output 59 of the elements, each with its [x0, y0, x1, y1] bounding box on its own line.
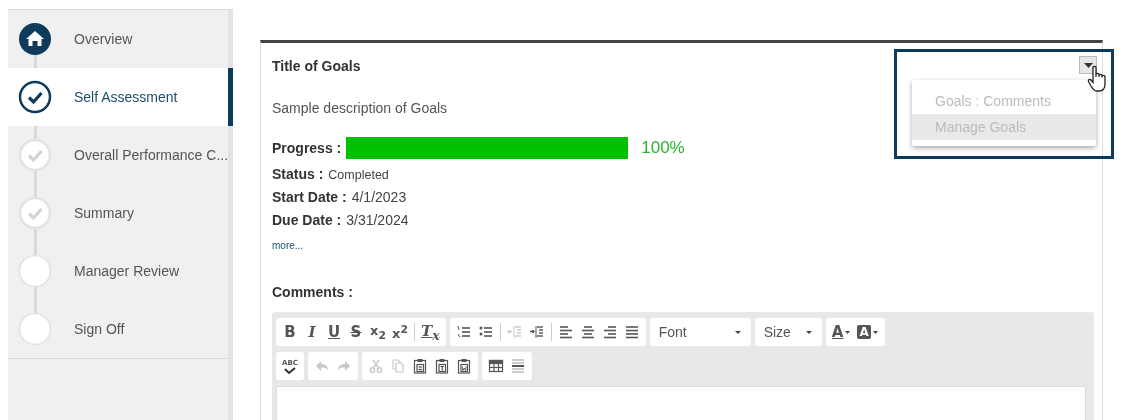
step-item[interactable]: Overall Performance C... [8, 126, 228, 184]
field-value: 3/31/2024 [346, 212, 409, 228]
align-center-icon [579, 324, 596, 340]
caret-icon [733, 329, 742, 335]
goal-description: Sample description of Goals [272, 100, 448, 116]
indent-icon [528, 324, 545, 340]
background-color-button[interactable]: A [854, 321, 882, 343]
step-label: Manager Review [74, 263, 180, 279]
field-label: Status : [272, 166, 324, 182]
field-label: Due Date : [272, 212, 342, 228]
scissors-icon [368, 358, 384, 374]
progress-label: Progress : [272, 140, 342, 156]
step-label: Self Assessment [74, 89, 178, 105]
text-color-button[interactable]: A [828, 321, 855, 343]
step-label: Overall Performance C... [74, 147, 229, 163]
check-circle-icon [18, 80, 52, 114]
underline-button[interactable]: U [323, 321, 345, 343]
menu-button[interactable] [1079, 56, 1097, 74]
dropdown[interactable]: Font [652, 321, 748, 343]
step-item[interactable]: Overview [8, 10, 228, 68]
step-label: Sign Off [74, 321, 125, 337]
bulleted-list-icon [477, 324, 494, 340]
align-right-icon [601, 324, 618, 340]
field-label: Start Date : [272, 189, 347, 205]
italic-button[interactable]: I [301, 321, 323, 343]
strikethrough-button[interactable]: S [345, 321, 367, 343]
step-item[interactable]: Sign Off [8, 300, 228, 358]
goal-title: Title of Goals [272, 58, 361, 74]
field-value: Completed [328, 168, 389, 182]
redo-icon [336, 358, 352, 374]
table-icon [488, 358, 504, 374]
subscript-button[interactable]: x$_{2}$ [367, 321, 389, 343]
more-link[interactable]: more... [272, 240, 304, 251]
caret-icon [1083, 62, 1093, 68]
check-icon [284, 366, 296, 374]
step-item[interactable]: Summary [8, 184, 228, 242]
field-value: 4/1/2023 [351, 189, 407, 205]
caret-icon [804, 329, 813, 335]
step-item[interactable]: Manager Review [8, 242, 228, 300]
step-label: Overview [74, 31, 133, 47]
clipboard-icon [412, 358, 428, 374]
dropdown[interactable]: Size [757, 321, 819, 343]
horizontal-rule-icon [510, 358, 526, 374]
home-icon [18, 22, 52, 56]
justify-icon [623, 324, 640, 340]
clipboard-icon [456, 358, 472, 374]
copy-icon [390, 358, 406, 374]
bold-button[interactable]: B [279, 321, 301, 343]
comments-label: Comments : [272, 284, 353, 300]
caret-icon [844, 329, 852, 335]
progress-percent: 100% [641, 138, 685, 158]
step-label: Summary [74, 205, 134, 221]
clear-format-button[interactable]: T$_{x}$ [418, 321, 443, 343]
clipboard-icon [434, 358, 450, 374]
superscript-button[interactable]: x$^{2}$ [389, 321, 411, 343]
caret-icon [871, 329, 879, 335]
numbered-list-icon [455, 324, 472, 340]
outdent-icon [506, 324, 523, 340]
align-left-icon [557, 324, 574, 340]
